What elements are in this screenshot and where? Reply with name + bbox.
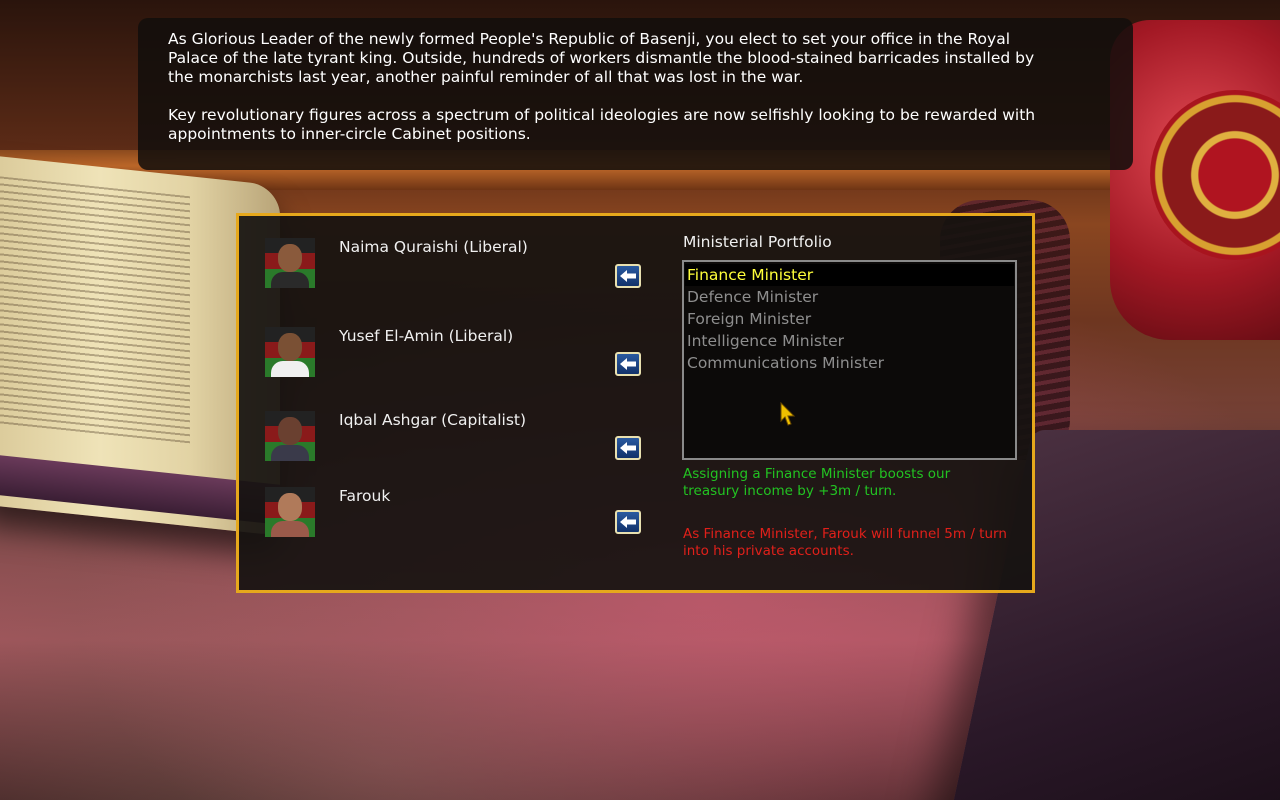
candidate-name: Yusef El-Amin (Liberal): [339, 327, 514, 345]
candidate-name: Naima Quraishi (Liberal): [339, 238, 528, 256]
arrow-left-icon: [620, 442, 636, 454]
avatar-head: [278, 493, 302, 521]
portfolio-item-intelligence[interactable]: Intelligence Minister: [685, 330, 1014, 352]
portfolio-list[interactable]: Finance Minister Defence Minister Foreig…: [682, 260, 1017, 460]
avatar-head: [278, 244, 302, 272]
benefit-note: Assigning a Finance Minister boosts our …: [683, 466, 951, 499]
candidate-farouk: Farouk: [265, 487, 641, 547]
portfolio-item-communications[interactable]: Communications Minister: [685, 352, 1014, 374]
portfolio-title: Ministerial Portfolio: [683, 233, 832, 251]
candidate-iqbal-ashgar: Iqbal Ashgar (Capitalist): [265, 411, 641, 471]
avatar-head: [278, 417, 302, 445]
avatar-head: [278, 333, 302, 361]
assign-button[interactable]: [615, 264, 641, 288]
intro-paragraph-1: As Glorious Leader of the newly formed P…: [168, 30, 1035, 86]
cabinet-dialog: Naima Quraishi (Liberal) Yusef El-Amin (…: [236, 213, 1035, 593]
avatar-body: [271, 445, 309, 461]
portfolio-item-foreign[interactable]: Foreign Minister: [685, 308, 1014, 330]
avatar: [265, 327, 315, 377]
candidate-name: Iqbal Ashgar (Capitalist): [339, 411, 527, 429]
avatar: [265, 411, 315, 461]
assign-button[interactable]: [615, 352, 641, 376]
avatar-body: [271, 521, 309, 537]
candidate-yusef-el-amin: Yusef El-Amin (Liberal): [265, 327, 641, 387]
corruption-warning: As Finance Minister, Farouk will funnel …: [683, 526, 1007, 559]
candidate-naima-quraishi: Naima Quraishi (Liberal): [265, 238, 641, 298]
mouse-cursor-icon: [780, 402, 796, 426]
intro-text-panel: As Glorious Leader of the newly formed P…: [138, 18, 1133, 170]
portfolio-item-defence[interactable]: Defence Minister: [685, 286, 1014, 308]
intro-paragraph-2: Key revolutionary figures across a spect…: [168, 106, 1036, 143]
arrow-left-icon: [620, 270, 636, 282]
assign-button[interactable]: [615, 510, 641, 534]
avatar-body: [271, 361, 309, 377]
portfolio-item-finance[interactable]: Finance Minister: [685, 264, 1014, 286]
arrow-left-icon: [620, 358, 636, 370]
avatar: [265, 487, 315, 537]
assign-button[interactable]: [615, 436, 641, 460]
arrow-left-icon: [620, 516, 636, 528]
avatar: [265, 238, 315, 288]
avatar-body: [271, 272, 309, 288]
candidate-name: Farouk: [339, 487, 391, 505]
